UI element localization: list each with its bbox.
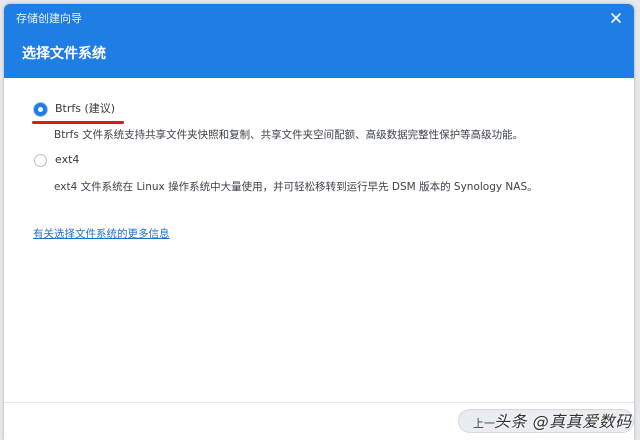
step-title: 选择文件系统 <box>22 46 106 62</box>
close-button[interactable] <box>608 10 624 26</box>
window-title: 存储创建向导 <box>16 12 82 25</box>
prev-button-label: 上一 <box>473 417 495 430</box>
red-annotation-underline <box>32 121 124 124</box>
option-ext4[interactable]: ext4 <box>34 153 79 167</box>
option-btrfs[interactable]: Btrfs (建议) <box>34 102 115 116</box>
radio-btrfs[interactable] <box>34 102 47 116</box>
footer-divider <box>4 402 634 403</box>
more-info-link[interactable]: 有关选择文件系统的更多信息 <box>33 226 170 241</box>
option-btrfs-description: Btrfs 文件系统支持共享文件夹快照和复制、共享文件夹空间配额、高级数据完整性… <box>54 129 524 141</box>
radio-ext4[interactable] <box>34 153 47 167</box>
option-btrfs-label: Btrfs (建议) <box>55 102 116 115</box>
option-ext4-description: ext4 文件系统在 Linux 操作系统中大量使用，并可轻松移转到运行早先 D… <box>54 181 538 193</box>
wizard-window: 存储创建向导 选择文件系统 Btrfs (建议) Btrfs 文件系统支持共享文… <box>4 4 634 440</box>
close-icon <box>611 13 621 23</box>
wizard-header: 存储创建向导 选择文件系统 <box>4 4 634 78</box>
option-ext4-label: ext4 <box>55 153 80 166</box>
watermark-text: 头条 @真真爱数码 <box>494 412 632 431</box>
